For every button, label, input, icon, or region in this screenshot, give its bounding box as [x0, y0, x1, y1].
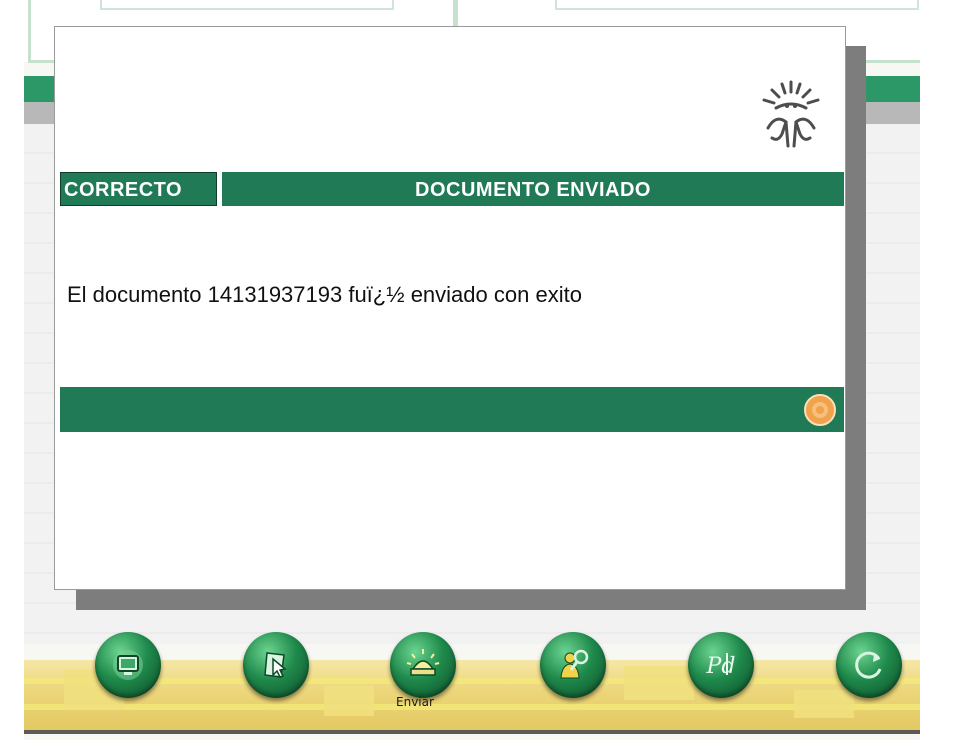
toolbar-stripe [24, 704, 920, 710]
toolbar-pattern [324, 686, 374, 716]
screen-icon [113, 650, 143, 680]
dialog-title-bar: DOCUMENTO ENVIADO [222, 172, 844, 206]
toolbar-base-line [24, 730, 920, 734]
refresh-button[interactable] [836, 632, 902, 698]
document-pointer-icon [264, 652, 287, 678]
confirmation-dialog [54, 26, 846, 590]
toolbar-stripe [24, 678, 920, 684]
screen-button[interactable] [95, 632, 161, 698]
dialog-title: DOCUMENTO ENVIADO [415, 179, 651, 201]
pdf-icon: Pd [706, 653, 736, 679]
toolbar-pattern [794, 690, 854, 718]
send-button[interactable] [390, 632, 456, 698]
page-right-margin [920, 0, 972, 756]
orange-circle-icon [804, 394, 836, 426]
person-magnifier-icon [560, 649, 589, 679]
abstract-figure-logo-icon [762, 80, 820, 148]
background-field-right [555, 0, 919, 10]
ok-button[interactable] [800, 392, 840, 428]
toolbar-pattern [624, 666, 694, 700]
confirmation-message: El documento 14131937193 fuï¿½ enviado c… [67, 282, 582, 307]
send-alarm-icon [406, 649, 440, 676]
pdf-button[interactable]: Pd [688, 632, 754, 698]
send-button-label: Enviar [396, 695, 434, 709]
person-search-button[interactable] [540, 632, 606, 698]
document-pointer-button[interactable] [243, 632, 309, 698]
dialog-footer-bar [60, 387, 844, 432]
svg-text:Pd: Pd [706, 654, 736, 679]
status-label: CORRECTO [64, 179, 183, 201]
background-field-left [100, 0, 394, 10]
refresh-icon [855, 651, 882, 679]
status-badge: CORRECTO [60, 172, 217, 206]
